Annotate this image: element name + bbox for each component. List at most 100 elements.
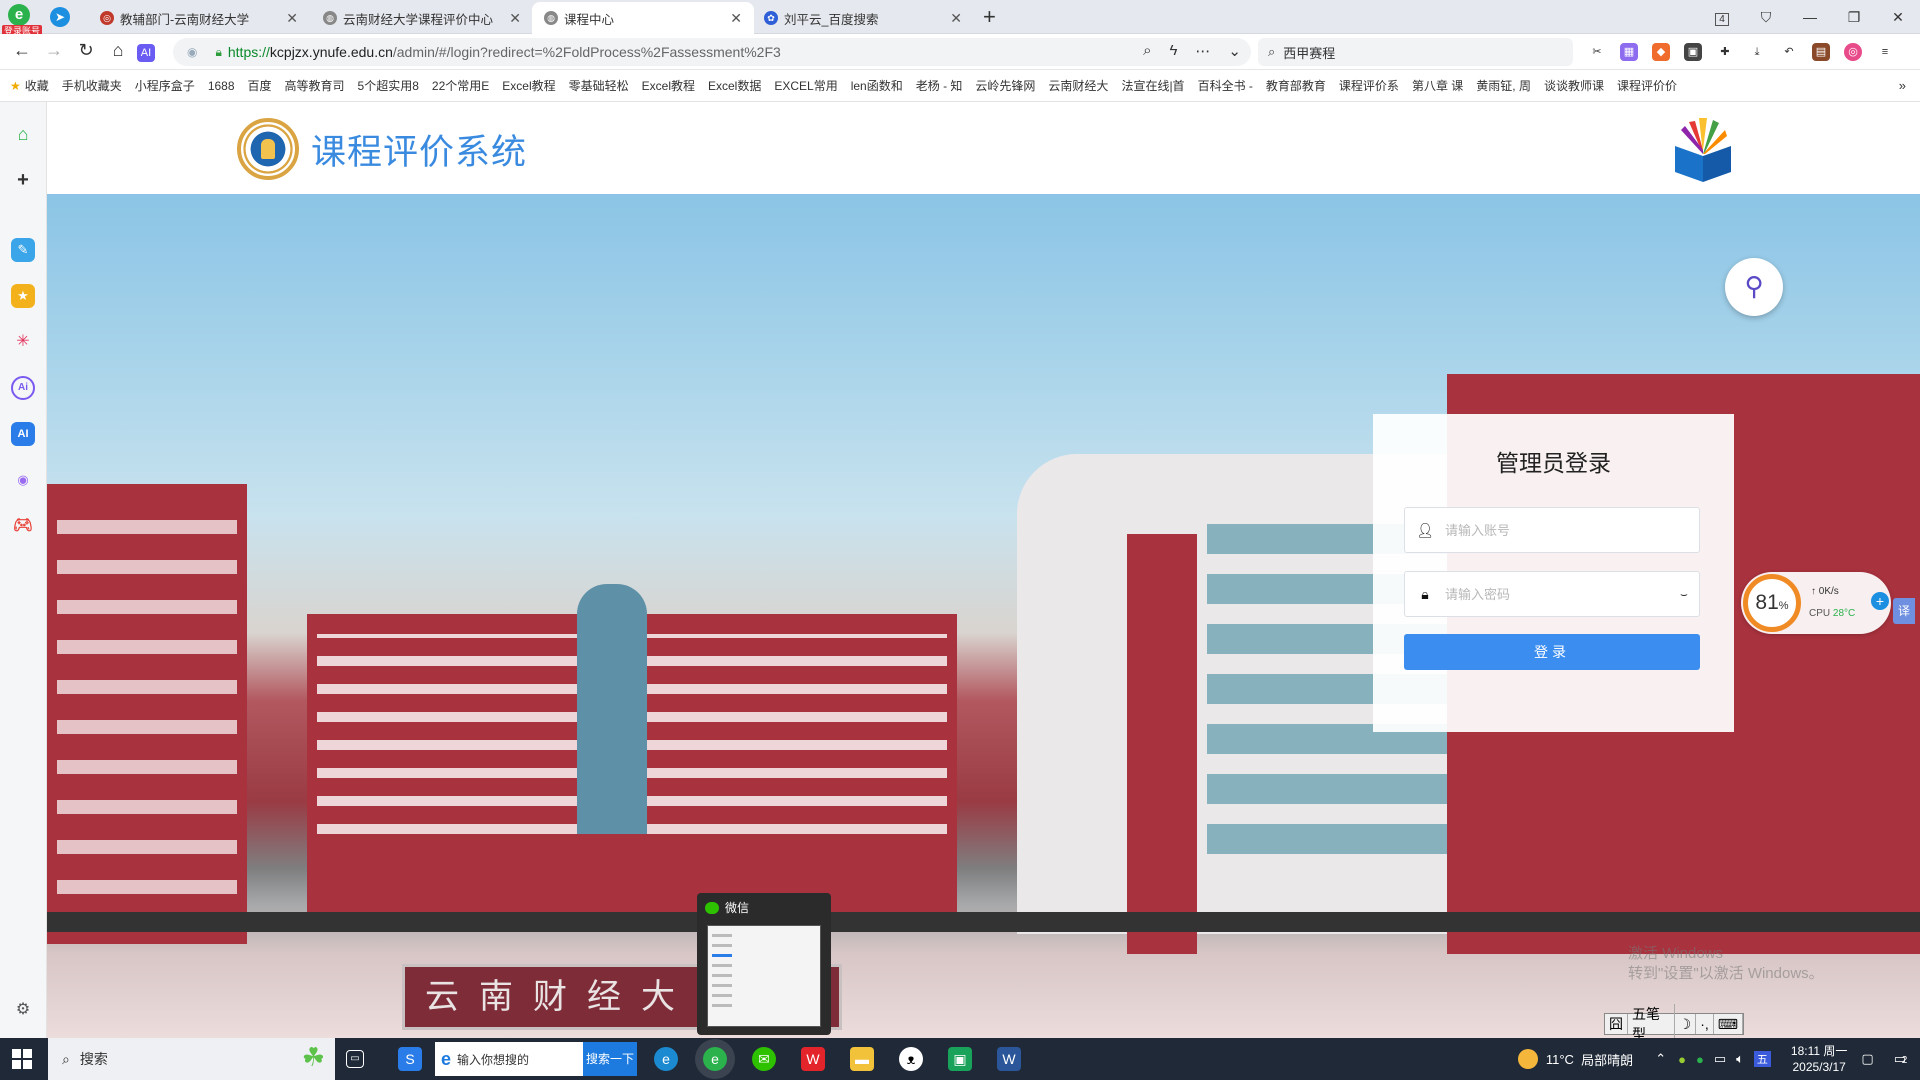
shirt-icon[interactable]: ⛉ bbox=[1744, 9, 1788, 26]
edge-icon[interactable]: e bbox=[654, 1047, 678, 1071]
restore-icon[interactable]: ❐ bbox=[1832, 9, 1876, 26]
tab-2[interactable]: ◍ 云南财经大学课程评价中心 ✕ bbox=[311, 2, 533, 34]
wps-icon[interactable]: W bbox=[801, 1047, 825, 1071]
bookmark-item[interactable]: Excel数据 bbox=[708, 77, 761, 94]
ai-circle-icon[interactable]: Ai bbox=[11, 376, 35, 400]
url-text[interactable]: https://kcpjzx.ynufe.edu.cn/admin/#/logi… bbox=[228, 44, 781, 60]
file-explorer-icon[interactable]: ▬ bbox=[850, 1047, 874, 1071]
bookmark-item[interactable]: 老杨 - 知 bbox=[916, 77, 963, 94]
bookmark-item[interactable]: 教育部教育 bbox=[1266, 77, 1326, 94]
task-view-icon[interactable]: ▭ bbox=[346, 1050, 364, 1068]
ie-search-box[interactable]: e 输入你想搜的 搜索一下 bbox=[435, 1042, 637, 1076]
tab-1[interactable]: ◎ 教辅部门-云南财经大学 ✕ bbox=[88, 2, 310, 34]
bookmark-item[interactable]: 课程评价系 bbox=[1339, 77, 1399, 94]
ai-icon[interactable]: AI bbox=[137, 44, 155, 62]
forward-icon[interactable]: → bbox=[41, 40, 67, 61]
chevron-up-icon[interactable]: ⌃ bbox=[1655, 1051, 1666, 1067]
bookmark-item[interactable]: 云南财经大 bbox=[1048, 77, 1108, 94]
word-icon[interactable]: W bbox=[997, 1047, 1021, 1071]
bookmark-item[interactable]: 零基础轻松 bbox=[569, 77, 629, 94]
accelerate-icon[interactable]: + bbox=[1871, 592, 1889, 610]
new-tab-button[interactable]: + bbox=[983, 4, 996, 30]
bookmark-item[interactable]: 法宣在线|首 bbox=[1121, 77, 1184, 94]
close-icon[interactable]: ✕ bbox=[286, 10, 298, 27]
bookmark-item[interactable]: 云岭先锋网 bbox=[975, 77, 1035, 94]
close-icon[interactable]: ✕ bbox=[950, 10, 962, 27]
search-input[interactable]: ⌕ 西甲赛程 bbox=[1258, 38, 1573, 66]
translate-app-icon[interactable]: ✎ bbox=[11, 238, 35, 262]
bot-icon[interactable]: ◉ bbox=[11, 468, 35, 492]
colorful-circle-icon[interactable]: ◎ bbox=[1844, 43, 1862, 61]
qq-icon[interactable]: ᴥ bbox=[899, 1047, 923, 1071]
bookmark-item[interactable]: 高等教育司 bbox=[285, 77, 345, 94]
add-icon[interactable]: + bbox=[11, 168, 35, 192]
paper-plane-icon[interactable]: ➤ bbox=[50, 7, 70, 27]
bookmark-item[interactable]: Excel教程 bbox=[642, 77, 695, 94]
minimize-icon[interactable]: — bbox=[1788, 9, 1832, 25]
bookmark-item[interactable]: 手机收藏夹 bbox=[62, 77, 122, 94]
volume-icon[interactable]: 🔈︎ bbox=[1736, 1051, 1744, 1067]
bookmark-item[interactable]: 收藏 bbox=[25, 77, 49, 94]
star-app-icon[interactable]: ★ bbox=[11, 284, 35, 308]
login-button[interactable]: 登录 bbox=[1404, 634, 1700, 670]
back-icon[interactable]: ← bbox=[9, 40, 35, 61]
bookmark-item[interactable]: 5个超实用8 bbox=[358, 77, 419, 94]
window-icon[interactable]: ▣ bbox=[1684, 43, 1702, 61]
briefcase-icon[interactable]: ▤ bbox=[1812, 43, 1830, 61]
download-icon[interactable]: ⤓ bbox=[1748, 43, 1766, 61]
bookmark-item[interactable]: 第八章 课 bbox=[1412, 77, 1463, 94]
close-icon[interactable]: ✕ bbox=[730, 10, 742, 27]
bookmark-item[interactable]: EXCEL常用 bbox=[774, 77, 837, 94]
account-field[interactable]: 👤︎ bbox=[1404, 507, 1700, 553]
bookmark-item[interactable]: 22个常用E bbox=[432, 77, 489, 94]
home-icon[interactable]: ⌂ bbox=[11, 122, 35, 146]
bookmark-item[interactable]: 百科全书 - bbox=[1198, 77, 1253, 94]
bookmark-item[interactable]: 谈谈教师课 bbox=[1544, 77, 1604, 94]
browser-taskbar-icon[interactable]: e bbox=[703, 1047, 727, 1071]
chevron-down-icon[interactable]: ⌄ bbox=[1228, 42, 1241, 60]
keyboard-icon[interactable]: ⌨ bbox=[1714, 1014, 1743, 1034]
network-icon[interactable]: ▭ bbox=[1714, 1051, 1726, 1067]
wechat-icon[interactable]: ✉ bbox=[752, 1047, 776, 1071]
bookmarks-overflow-icon[interactable]: » bbox=[1899, 78, 1906, 93]
extension-purple-icon[interactable]: ▦ bbox=[1620, 43, 1638, 61]
fox-icon[interactable]: ◆ bbox=[1652, 43, 1670, 61]
ime-tray-icon[interactable]: 五 bbox=[1753, 1051, 1771, 1067]
notification-icon[interactable]: ▭ 2 bbox=[1894, 1051, 1908, 1067]
clock[interactable]: 18:11 周一 2025/3/17 bbox=[1791, 1043, 1847, 1075]
translate-button[interactable]: 译 bbox=[1893, 598, 1915, 624]
eye-closed-icon[interactable]: ⌣ bbox=[1669, 587, 1699, 602]
bookmark-item[interactable]: 百度 bbox=[248, 77, 272, 94]
close-icon[interactable]: ✕ bbox=[509, 10, 521, 27]
app-swirl-icon[interactable]: S bbox=[398, 1047, 422, 1071]
password-field[interactable]: 🔒︎ ⌣ bbox=[1404, 571, 1700, 617]
address-bar[interactable]: ◉ 🔒︎ https://kcpjzx.ynufe.edu.cn/admin/#… bbox=[173, 38, 1251, 66]
tray-browser-icon[interactable]: ● bbox=[1696, 1052, 1704, 1067]
bookmark-item[interactable]: len函数和 bbox=[851, 77, 903, 94]
wechat-window-thumbnail[interactable] bbox=[707, 925, 821, 1027]
menu-icon[interactable]: ≡ bbox=[1876, 43, 1894, 61]
bookmark-item[interactable]: 1688 bbox=[208, 79, 235, 93]
bookmark-item[interactable]: Excel教程 bbox=[502, 77, 555, 94]
password-input[interactable] bbox=[1445, 572, 1669, 616]
ai-square-icon[interactable]: AI bbox=[11, 422, 35, 446]
scissors-icon[interactable]: ✂ bbox=[1588, 43, 1606, 61]
windows-start-icon[interactable] bbox=[12, 1049, 32, 1069]
taskbar-search[interactable]: ⌕ 搜索 ☘ bbox=[48, 1038, 335, 1080]
bookmark-item[interactable]: 小程序盒子 bbox=[135, 77, 195, 94]
account-input[interactable] bbox=[1445, 508, 1699, 552]
moon-icon[interactable]: ☽ bbox=[1675, 1014, 1697, 1034]
tab-3-active[interactable]: ◍ 课程中心 ✕ bbox=[532, 2, 754, 34]
weather-widget[interactable]: 11°C 局部晴朗 bbox=[1517, 1049, 1633, 1069]
punct-icon[interactable]: ·, bbox=[1696, 1014, 1714, 1034]
browser-account[interactable]: e 登录账号 bbox=[2, 4, 43, 37]
ime-status-bar[interactable]: 囧 五笔型 ☽ ·, ⌨ bbox=[1604, 1004, 1744, 1044]
puzzle-icon[interactable]: ✚ bbox=[1716, 43, 1734, 61]
tab-counter[interactable]: 4 bbox=[1700, 9, 1744, 26]
zoom-icon[interactable]: ⌕ bbox=[1143, 42, 1151, 60]
ie-placeholder[interactable]: 输入你想搜的 bbox=[457, 1051, 583, 1068]
gamepad-icon[interactable]: 🎮︎ bbox=[11, 514, 35, 538]
lightning-icon[interactable]: ϟ bbox=[1169, 42, 1177, 60]
tab-4[interactable]: ✿ 刘平云_百度搜索 ✕ bbox=[752, 2, 974, 34]
image-search-icon[interactable]: ⚲ bbox=[1725, 258, 1783, 316]
